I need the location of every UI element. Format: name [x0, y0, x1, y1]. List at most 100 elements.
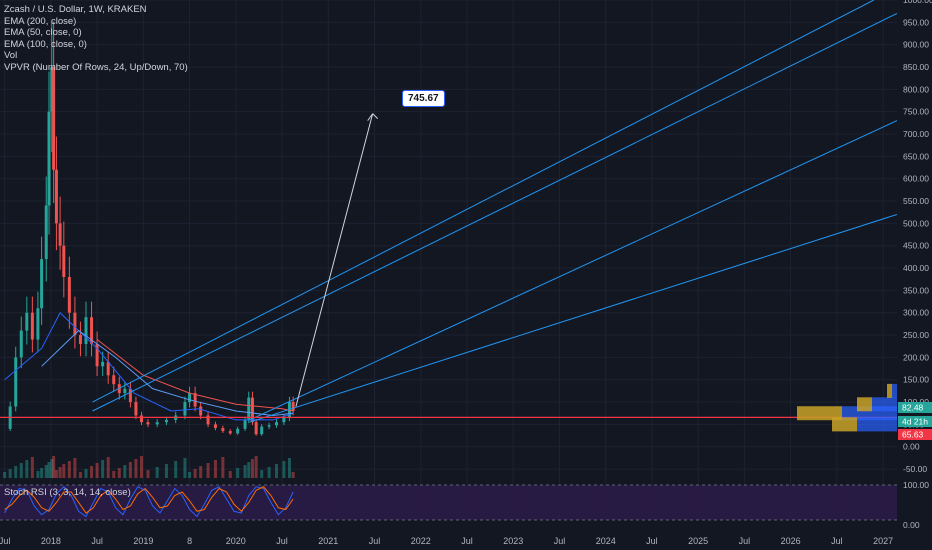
volume-bar: [44, 465, 48, 478]
candle-body: [123, 388, 127, 394]
candle-body: [243, 419, 247, 429]
candle-body: [199, 406, 203, 416]
volume-bar: [193, 469, 197, 478]
vpvr-up-bar: [887, 383, 892, 398]
candle-body: [282, 417, 286, 423]
volume-bar: [52, 456, 56, 478]
x-tick-label: 2022: [411, 536, 431, 546]
volume-bar: [243, 465, 247, 478]
candle-body: [30, 312, 34, 340]
volume-bar: [254, 456, 258, 478]
x-tick-label: Jul: [831, 536, 843, 546]
volume-bar: [260, 470, 264, 478]
volume-bar: [164, 464, 168, 478]
volume-bar: [250, 459, 254, 478]
stoch-rsi-tick-label: 0.00: [903, 520, 920, 530]
y-tick-label: 800.00: [903, 84, 929, 94]
volume-bar: [40, 468, 44, 478]
stoch-rsi-label[interactable]: Stoch RSI (3, 3, 14, 14, close): [4, 487, 131, 498]
candle-body: [155, 422, 159, 425]
candle-body: [58, 223, 62, 246]
x-tick-label: 2019: [133, 536, 153, 546]
candle-body: [213, 424, 217, 428]
volume-bar: [291, 472, 295, 478]
candle-body: [291, 402, 295, 411]
chart-legend: Zcash / U.S. Dollar, 1W, KRAKEN EMA (200…: [4, 4, 188, 73]
volume-bar: [8, 469, 12, 478]
y-tick-label: 700.00: [903, 129, 929, 139]
volume-bar: [78, 472, 82, 478]
target-price-label[interactable]: 745.67: [402, 90, 445, 107]
candle-body: [228, 431, 232, 434]
x-tick-label: Jul: [0, 536, 10, 546]
candle-body: [139, 415, 143, 423]
x-tick-label: Jul: [461, 536, 473, 546]
chart-canvas: -50.000.0050.00100.00150.00200.00250.003…: [0, 0, 932, 550]
x-tick-label: 2023: [503, 536, 523, 546]
price-axis-tag-label: 4d 21h: [902, 417, 928, 427]
indicator-vpvr[interactable]: VPVR (Number Of Rows, 24, Up/Down, 70): [4, 62, 188, 74]
y-tick-label: 600.00: [903, 174, 929, 184]
volume-bar: [228, 471, 232, 478]
chart-background: [0, 0, 932, 550]
candle-body: [54, 169, 58, 224]
volume-bar: [3, 472, 7, 478]
candle-body: [274, 422, 278, 426]
volume-bar: [112, 471, 116, 478]
candle-body: [188, 393, 192, 403]
volume-bar: [146, 470, 150, 478]
y-tick-label: 850.00: [903, 62, 929, 72]
y-tick-label: 650.00: [903, 151, 929, 161]
candle-body: [52, 67, 56, 170]
indicator-ema200[interactable]: EMA (200, close): [4, 16, 188, 28]
candle-body: [40, 259, 44, 309]
volume-bar: [95, 463, 99, 478]
candle-body: [164, 419, 168, 423]
candle-body: [101, 361, 105, 367]
candle-body: [73, 312, 77, 336]
volume-bar: [128, 462, 132, 478]
candle-body: [236, 428, 240, 434]
y-tick-label: 950.00: [903, 17, 929, 27]
candle-body: [62, 245, 66, 277]
indicator-ema100[interactable]: EMA (100, close, 0): [4, 39, 188, 51]
y-tick-label: 1000.00: [903, 0, 932, 5]
x-tick-label: 2020: [226, 536, 246, 546]
indicator-ema50[interactable]: EMA (50, close, 0): [4, 27, 188, 39]
candle-body: [221, 427, 225, 432]
stoch-rsi-band: [0, 485, 897, 520]
candle-body: [84, 317, 88, 344]
y-tick-label: -50.00: [903, 464, 927, 474]
volume-bar: [106, 457, 110, 478]
x-tick-label: 2025: [688, 536, 708, 546]
volume-bar: [54, 470, 58, 478]
volume-bar: [134, 459, 138, 478]
candle-body: [146, 422, 150, 425]
candle-body: [267, 425, 271, 427]
volume-bar: [183, 458, 187, 478]
vpvr-up-bar: [832, 417, 857, 432]
volume-bar: [14, 466, 18, 478]
volume-bar: [36, 471, 40, 478]
candle-body: [183, 402, 187, 416]
volume-bar: [67, 461, 71, 478]
y-tick-label: 300.00: [903, 308, 929, 318]
x-tick-label: 8: [187, 536, 192, 546]
volume-bar: [30, 457, 34, 478]
volume-bar: [155, 467, 159, 478]
volume-bar: [73, 458, 77, 478]
x-tick-label: Jul: [276, 536, 288, 546]
vpvr-down-bar: [892, 383, 897, 398]
candle-body: [247, 397, 251, 420]
y-tick-label: 250.00: [903, 330, 929, 340]
candle-body: [19, 330, 23, 358]
indicator-volume[interactable]: Vol: [4, 50, 188, 62]
vpvr-down-bar: [872, 397, 897, 412]
y-tick-label: 200.00: [903, 352, 929, 362]
volume-bar: [101, 460, 105, 478]
x-tick-label: 2018: [41, 536, 61, 546]
y-tick-label: 0.00: [903, 442, 920, 452]
symbol-title[interactable]: Zcash / U.S. Dollar, 1W, KRAKEN: [4, 4, 188, 16]
x-tick-label: 2027: [873, 536, 893, 546]
volume-bar: [174, 461, 178, 478]
